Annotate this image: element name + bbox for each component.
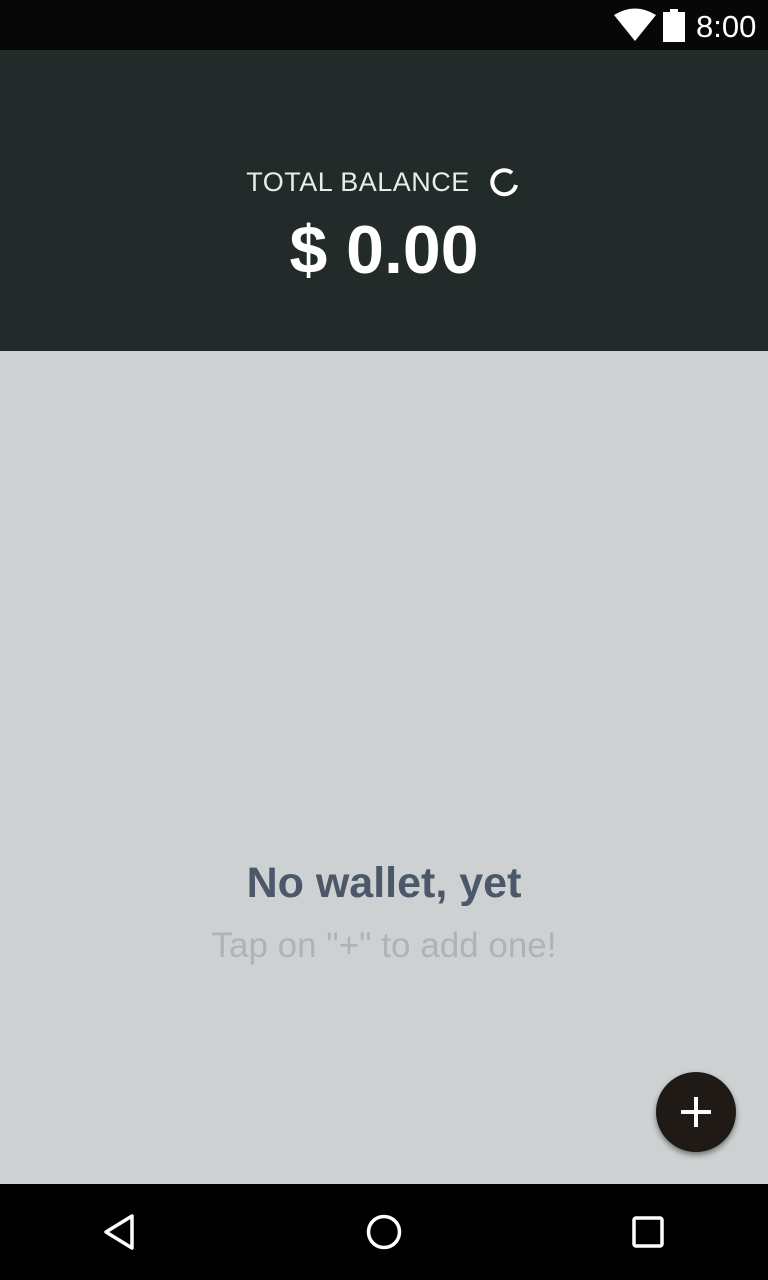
back-button[interactable] — [92, 1204, 148, 1260]
battery-icon — [663, 9, 685, 42]
wifi-icon — [614, 8, 656, 41]
refresh-icon[interactable] — [488, 165, 522, 199]
total-balance-label: TOTAL BALANCE — [246, 166, 470, 197]
plus-icon — [681, 1097, 711, 1127]
wallet-list-area: No wallet, yet Tap on "+" to add one! — [0, 351, 768, 1184]
status-bar: 8:00 — [0, 0, 768, 50]
recents-button[interactable] — [620, 1204, 676, 1260]
status-time: 8:00 — [696, 9, 757, 44]
add-wallet-button[interactable] — [656, 1072, 736, 1152]
recents-icon — [632, 1216, 664, 1248]
home-button[interactable] — [356, 1204, 412, 1260]
back-icon — [104, 1214, 134, 1250]
home-icon — [366, 1214, 402, 1250]
total-balance-amount: $ 0.00 — [289, 212, 479, 288]
empty-state-title: No wallet, yet — [246, 859, 522, 907]
balance-header: TOTAL BALANCE $ 0.00 — [0, 50, 768, 351]
balance-label-row: TOTAL BALANCE — [0, 162, 768, 202]
empty-state-subtitle: Tap on "+" to add one! — [211, 926, 557, 965]
navigation-bar — [0, 1184, 768, 1280]
